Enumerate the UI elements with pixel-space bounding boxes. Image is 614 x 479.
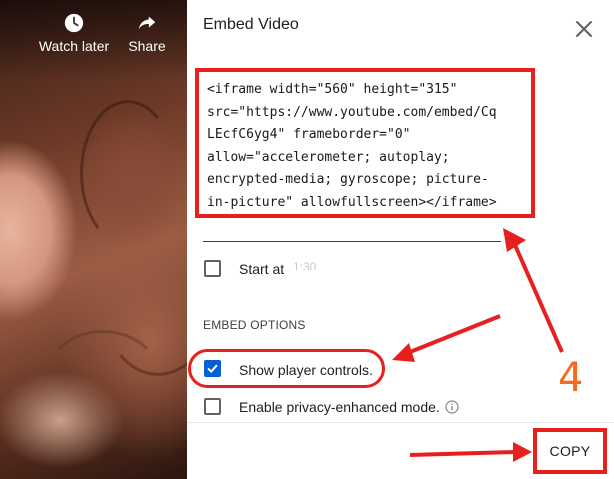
privacy-mode-label: Enable privacy-enhanced mode.	[239, 399, 440, 415]
video-player[interactable]: Watch later Share	[0, 0, 187, 479]
info-icon[interactable]	[445, 400, 459, 414]
watch-later-button[interactable]: Watch later	[38, 12, 110, 54]
watch-later-label: Watch later	[38, 38, 110, 54]
code-divider	[203, 241, 501, 242]
clock-icon	[64, 13, 84, 33]
start-at-checkbox[interactable]	[204, 260, 221, 277]
dialog-title: Embed Video	[203, 16, 299, 33]
dialog-footer-divider	[187, 422, 614, 423]
share-label: Share	[128, 38, 166, 54]
start-at-label: Start at	[239, 261, 285, 277]
start-at-input[interactable]: 1:30	[293, 260, 333, 270]
show-player-controls-label: Show player controls.	[239, 362, 373, 378]
screen: Watch later Share Embed Video <iframe wi…	[0, 0, 614, 479]
show-player-controls-checkbox[interactable]	[204, 360, 221, 377]
share-arrow-icon	[138, 16, 156, 30]
privacy-mode-checkbox[interactable]	[204, 398, 221, 415]
share-button[interactable]: Share	[127, 12, 167, 54]
step-number-annotation: 4	[558, 355, 584, 401]
embed-code-textarea[interactable]: <iframe width="560" height="315" src="ht…	[195, 68, 535, 218]
video-frame-detail	[40, 330, 166, 446]
copy-button[interactable]: COPY	[533, 428, 607, 474]
checkmark-icon	[207, 364, 218, 374]
embed-dialog: Embed Video <iframe width="560" height="…	[187, 0, 614, 479]
embed-options-heading: EMBED OPTIONS	[203, 318, 306, 332]
copy-label: COPY	[549, 443, 591, 459]
close-icon[interactable]	[575, 20, 593, 38]
